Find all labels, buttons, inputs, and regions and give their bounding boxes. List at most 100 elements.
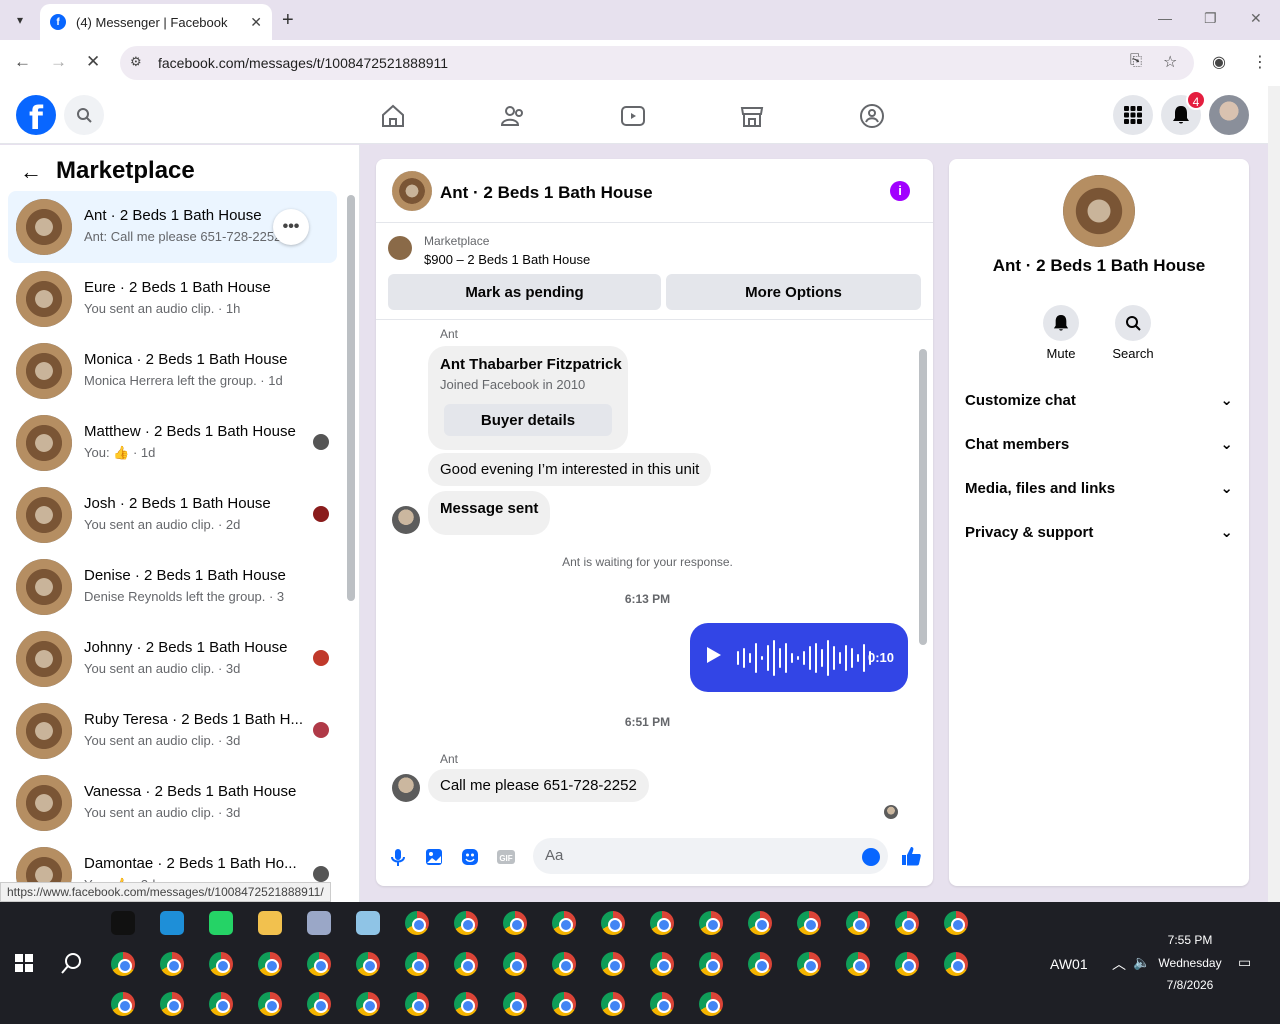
gif-icon[interactable]: GIF — [496, 847, 516, 867]
chat-title[interactable]: Ant · 2 Beds 1 Bath House — [440, 183, 653, 203]
chrome-icon[interactable] — [797, 952, 821, 976]
details-avatar[interactable] — [1063, 175, 1135, 247]
chrome-icon[interactable] — [552, 911, 576, 935]
listing-price[interactable]: $900 – 2 Beds 1 Bath House — [424, 252, 590, 267]
chrome-icon[interactable] — [307, 992, 331, 1016]
clock-date[interactable]: 7/8/2026 — [1150, 978, 1230, 992]
close-window-icon[interactable]: ✕ — [1250, 10, 1262, 27]
message-scrollbar[interactable] — [919, 349, 927, 645]
emoji-icon[interactable] — [862, 848, 880, 866]
microphone-icon[interactable] — [388, 847, 408, 867]
info-icon[interactable]: i — [890, 181, 910, 201]
conversation-item[interactable]: Ruby Teresa · 2 Beds 1 Bath H... You sent… — [8, 695, 337, 767]
taskbar-search-icon[interactable] — [61, 952, 83, 974]
chrome-icon[interactable] — [846, 911, 870, 935]
customize-chat-row[interactable]: Customize chat ⌄ — [965, 378, 1233, 422]
more-options-button[interactable]: More Options — [666, 274, 921, 310]
browser-menu-icon[interactable]: ⋮ — [1252, 52, 1268, 72]
chrome-icon[interactable] — [405, 911, 429, 935]
app-icon[interactable] — [356, 911, 380, 935]
chrome-icon[interactable] — [650, 952, 674, 976]
chrome-icon[interactable] — [160, 992, 184, 1016]
edge-icon[interactable] — [160, 911, 184, 935]
chrome-icon[interactable] — [748, 952, 772, 976]
url-input[interactable]: facebook.com/messages/t/1008472521888911 — [120, 46, 1194, 80]
chrome-icon[interactable] — [699, 911, 723, 935]
chrome-icon[interactable] — [748, 911, 772, 935]
sidebar-scrollbar[interactable] — [347, 195, 355, 601]
privacy-support-row[interactable]: Privacy & support ⌄ — [965, 510, 1233, 554]
conversation-item[interactable]: Ant · 2 Beds 1 Bath House Ant: Call me pl… — [8, 191, 337, 263]
chrome-icon[interactable] — [601, 992, 625, 1016]
sender-avatar[interactable] — [392, 774, 420, 802]
browser-tab[interactable]: f (4) Messenger | Facebook ✕ — [40, 4, 272, 40]
clock-time[interactable]: 7:55 PM — [1150, 933, 1230, 947]
close-tab-icon[interactable]: ✕ — [250, 14, 262, 31]
account-avatar[interactable] — [1209, 95, 1249, 135]
new-tab-button[interactable]: + — [282, 9, 294, 32]
message-bubble[interactable]: Call me please 651-728-2252 — [428, 769, 649, 802]
chrome-icon[interactable] — [111, 952, 135, 976]
mute-button[interactable]: Mute — [1021, 305, 1101, 361]
chrome-icon[interactable] — [552, 992, 576, 1016]
chrome-icon[interactable] — [601, 952, 625, 976]
play-icon[interactable] — [707, 647, 721, 663]
chrome-icon[interactable] — [503, 952, 527, 976]
menu-grid-icon[interactable] — [1113, 95, 1153, 135]
chrome-icon[interactable] — [895, 952, 919, 976]
groups-icon[interactable] — [858, 102, 886, 130]
weather-label[interactable]: AW01 — [1050, 956, 1088, 972]
buyer-details-button[interactable]: Buyer details — [444, 404, 612, 436]
sender-avatar[interactable] — [392, 506, 420, 534]
app-icon[interactable] — [307, 911, 331, 935]
chrome-icon[interactable] — [699, 992, 723, 1016]
search-chat-button[interactable]: Search — [1093, 305, 1173, 361]
audio-clip-bubble[interactable]: 0:10 — [690, 623, 908, 692]
install-app-icon[interactable]: ⎘ — [1130, 52, 1142, 69]
chrome-icon[interactable] — [797, 911, 821, 935]
message-input[interactable]: Aa — [533, 838, 888, 874]
conversation-item[interactable]: Eure · 2 Beds 1 Bath House You sent an au… — [8, 263, 337, 335]
chrome-icon[interactable] — [405, 992, 429, 1016]
chrome-icon[interactable] — [454, 992, 478, 1016]
conversation-item[interactable]: Denise · 2 Beds 1 Bath House Denise Reyno… — [8, 551, 337, 623]
mark-pending-button[interactable]: Mark as pending — [388, 274, 661, 310]
conversation-item[interactable]: Matthew · 2 Beds 1 Bath House You: 👍 · 1d — [8, 407, 337, 479]
chrome-icon[interactable] — [111, 992, 135, 1016]
message-bubble[interactable]: Good evening I’m interested in this unit — [428, 453, 712, 486]
bookmark-star-icon[interactable]: ☆ — [1163, 52, 1177, 72]
friends-icon[interactable] — [499, 102, 527, 130]
chrome-icon[interactable] — [258, 952, 282, 976]
notification-center-icon[interactable]: ▭ — [1238, 954, 1251, 971]
chat-members-row[interactable]: Chat members ⌄ — [965, 422, 1233, 466]
facebook-logo-icon[interactable]: f — [16, 95, 56, 135]
chrome-icon[interactable] — [258, 992, 282, 1016]
sticker-icon[interactable] — [460, 847, 480, 867]
tiktok-icon[interactable] — [111, 911, 135, 935]
chrome-icon[interactable] — [895, 911, 919, 935]
media-files-row[interactable]: Media, files and links ⌄ — [965, 466, 1233, 510]
chrome-icon[interactable] — [650, 992, 674, 1016]
profile-icon[interactable]: ◉ — [1212, 52, 1226, 72]
chrome-icon[interactable] — [209, 952, 233, 976]
chrome-icon[interactable] — [552, 952, 576, 976]
tray-chevron-icon[interactable]: ︿ — [1112, 954, 1126, 974]
windows-start-icon[interactable] — [15, 954, 33, 972]
file-explorer-icon[interactable] — [258, 911, 282, 935]
search-icon[interactable] — [64, 95, 104, 135]
marketplace-icon[interactable] — [738, 102, 766, 130]
chrome-icon[interactable] — [160, 952, 184, 976]
like-thumb-icon[interactable] — [900, 845, 922, 867]
back-icon[interactable]: ← — [14, 52, 31, 72]
chrome-icon[interactable] — [405, 952, 429, 976]
chrome-icon[interactable] — [601, 911, 625, 935]
chrome-icon[interactable] — [503, 911, 527, 935]
tab-search-button[interactable]: ▾ — [8, 8, 32, 32]
watch-icon[interactable] — [619, 102, 647, 130]
volume-icon[interactable]: 🔈 — [1133, 954, 1150, 971]
back-arrow-icon[interactable]: ← — [20, 159, 42, 185]
chat-avatar[interactable] — [392, 171, 432, 211]
stop-loading-icon[interactable]: ✕ — [86, 52, 100, 72]
chrome-icon[interactable] — [307, 952, 331, 976]
chrome-icon[interactable] — [699, 952, 723, 976]
